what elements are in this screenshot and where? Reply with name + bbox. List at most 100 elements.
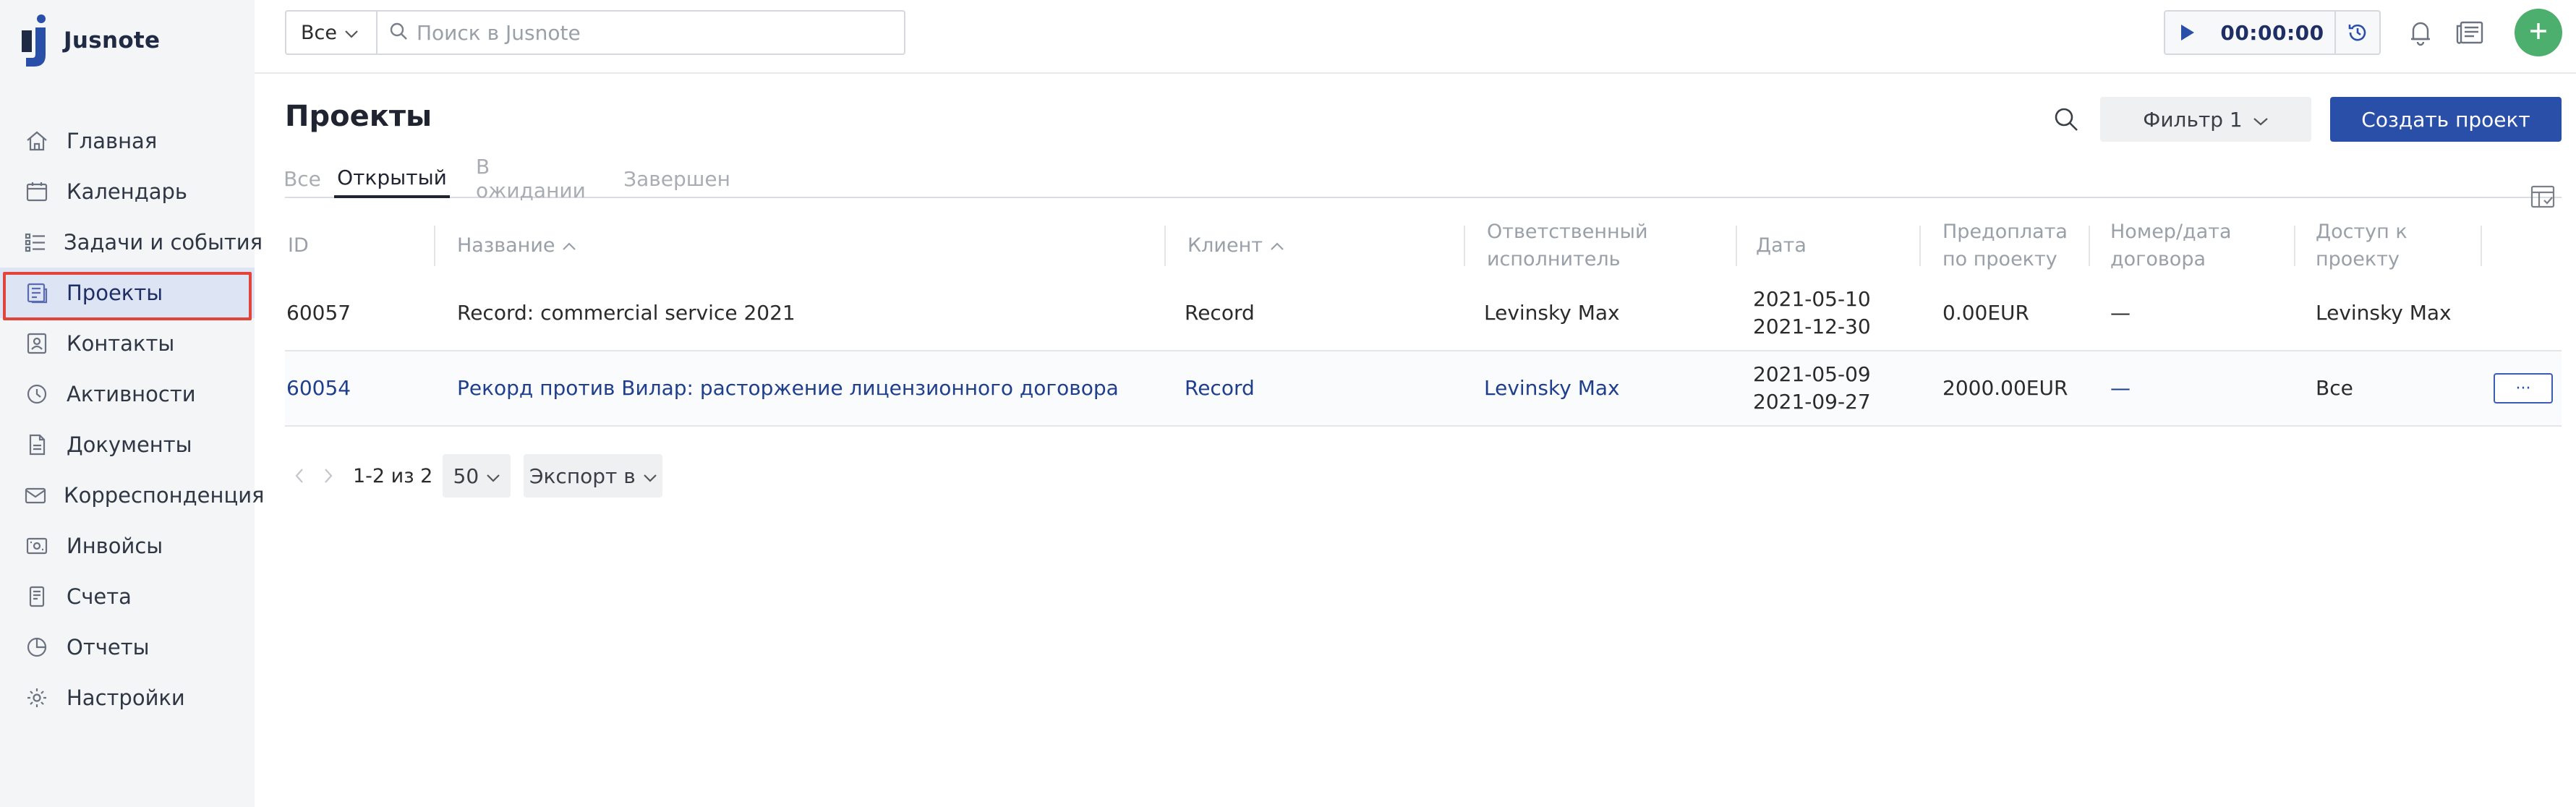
col-name-label: Название [457,234,555,257]
news-feed-icon[interactable] [2452,14,2488,51]
export-label: Экспорт в [529,464,636,488]
date-end: 2021-09-27 [1753,390,1871,414]
app-logo[interactable]: Jusnote [22,13,160,68]
tab-open[interactable]: Открытый [334,159,450,198]
col-contract-label-line2: договора [2110,248,2206,270]
sidebar-item-label: Главная [67,129,158,153]
sidebar-item-home[interactable]: Главная [0,116,255,166]
sidebar-item-settings[interactable]: Настройки [0,672,255,723]
column-divider [1464,226,1465,266]
col-header-name[interactable]: Название [457,210,576,282]
tasks-icon [23,229,48,256]
date-start: 2021-05-10 [1753,287,1871,311]
tab-completed[interactable]: Завершен [623,159,730,198]
sidebar-item-label: Активности [67,382,196,406]
col-responsible-label: Ответственный [1487,221,1648,243]
jusnote-logo-icon [22,13,51,68]
cell-dates: 2021-05-09 2021-09-27 [1753,351,1871,425]
sidebar-item-reports[interactable]: Отчеты [0,622,255,672]
contacts-icon [23,330,51,357]
sidebar-item-label: Документы [67,432,192,457]
cell-id[interactable]: 60054 [286,351,351,425]
sidebar-item-calendar[interactable]: Календарь [0,166,255,217]
sort-ascending-icon [1270,232,1284,260]
filter-dropdown[interactable]: Фильтр 1 [2100,97,2311,142]
column-settings-icon[interactable] [2527,181,2559,213]
cell-contract: — [2110,376,2131,400]
col-header-id[interactable]: ID [288,210,309,282]
chevron-down-icon [344,22,359,44]
sidebar-item-activities[interactable]: Активности [0,369,255,419]
page-size-select[interactable]: 50 [443,454,511,498]
tab-pending[interactable]: В ожидании [476,155,599,202]
page-size-value: 50 [453,464,479,488]
app-name: Jusnote [64,27,161,54]
sidebar-item-label: Календарь [67,179,188,204]
sidebar-item-accounts[interactable]: Счета [0,571,255,622]
create-project-button[interactable]: Создать проект [2330,97,2562,142]
sidebar: Jusnote Главная Календарь Задачи и событ… [0,0,264,807]
tab-all[interactable]: Все [283,159,321,198]
col-header-responsible[interactable]: Ответственный исполнитель [1487,210,1648,282]
sidebar-item-contacts[interactable]: Контакты [0,318,255,369]
notifications-bell-icon[interactable] [2402,14,2439,51]
sidebar-item-label: Контакты [67,331,175,356]
sidebar-item-correspondence[interactable]: Корреспонденция [0,470,264,521]
table-header: ID Название Клиент Ответственный исполни… [285,210,2562,282]
global-search [376,10,905,55]
add-button[interactable] [2515,9,2562,56]
col-header-date[interactable]: Дата [1756,210,1807,282]
col-header-contract[interactable]: Номер/дата договора [2110,210,2232,282]
sidebar-item-invoices[interactable]: Инвойсы [0,521,255,571]
chevron-down-icon [643,464,657,488]
calendar-icon [23,178,51,205]
column-divider [434,226,435,266]
search-scope-select[interactable]: Все [285,10,378,55]
sidebar-item-documents[interactable]: Документы [0,419,255,470]
correspondence-icon [23,482,48,509]
page-range: 1-2 из 2 [353,464,433,487]
cell-access: Все [2316,376,2353,400]
column-divider [1736,226,1737,266]
table-row[interactable]: 60054 Рекорд против Вилар: расторжение л… [285,351,2562,427]
play-icon[interactable] [2165,12,2210,54]
table-search-icon[interactable] [2048,101,2084,137]
cell-project-name[interactable]: Record: commercial service 2021 [457,276,796,350]
cell-client[interactable]: Record [1185,351,1255,425]
column-divider [2089,226,2090,266]
cell-project-name[interactable]: Рекорд против Вилар: расторжение лицензи… [457,351,1119,425]
history-clock-icon[interactable] [2334,12,2379,54]
column-divider [1919,226,1921,266]
row-actions-button[interactable]: ··· [2494,373,2553,404]
activities-icon [23,380,51,408]
sidebar-item-tasks[interactable]: Задачи и события [0,217,263,268]
sidebar-item-label: Инвойсы [67,534,163,558]
search-scope-value: Все [301,21,337,44]
chevron-down-icon [2253,108,2269,132]
documents-icon [23,431,51,458]
settings-icon [23,684,51,712]
cell-contract: — [2110,301,2131,325]
col-header-prepayment[interactable]: Предоплата по проекту [1942,210,2068,282]
cell-id[interactable]: 60057 [286,276,351,350]
sidebar-item-label: Проекты [67,281,163,305]
col-header-client[interactable]: Клиент [1187,210,1284,282]
next-page-icon[interactable] [314,454,343,498]
cell-responsible[interactable]: Levinsky Max [1484,276,1620,350]
page-title: Проекты [285,100,432,133]
col-client-label: Клиент [1187,234,1263,257]
col-header-access[interactable]: Доступ к проекту [2316,210,2407,282]
cell-client[interactable]: Record [1185,276,1255,350]
table-row[interactable]: 60057 Record: commercial service 2021 Re… [285,276,2562,351]
sidebar-item-label: Отчеты [67,635,150,659]
search-input[interactable] [417,20,879,45]
column-divider [1164,226,1166,266]
cell-responsible[interactable]: Levinsky Max [1484,351,1620,425]
sidebar-item-projects[interactable]: Проекты [0,268,255,318]
col-contract-label: Номер/дата [2110,221,2232,243]
col-prepayment-label-line2: по проекту [1942,248,2057,270]
prev-page-icon[interactable] [285,454,314,498]
invoices-icon [23,532,51,560]
sort-ascending-icon [562,232,576,260]
export-dropdown[interactable]: Экспорт в [524,454,663,498]
